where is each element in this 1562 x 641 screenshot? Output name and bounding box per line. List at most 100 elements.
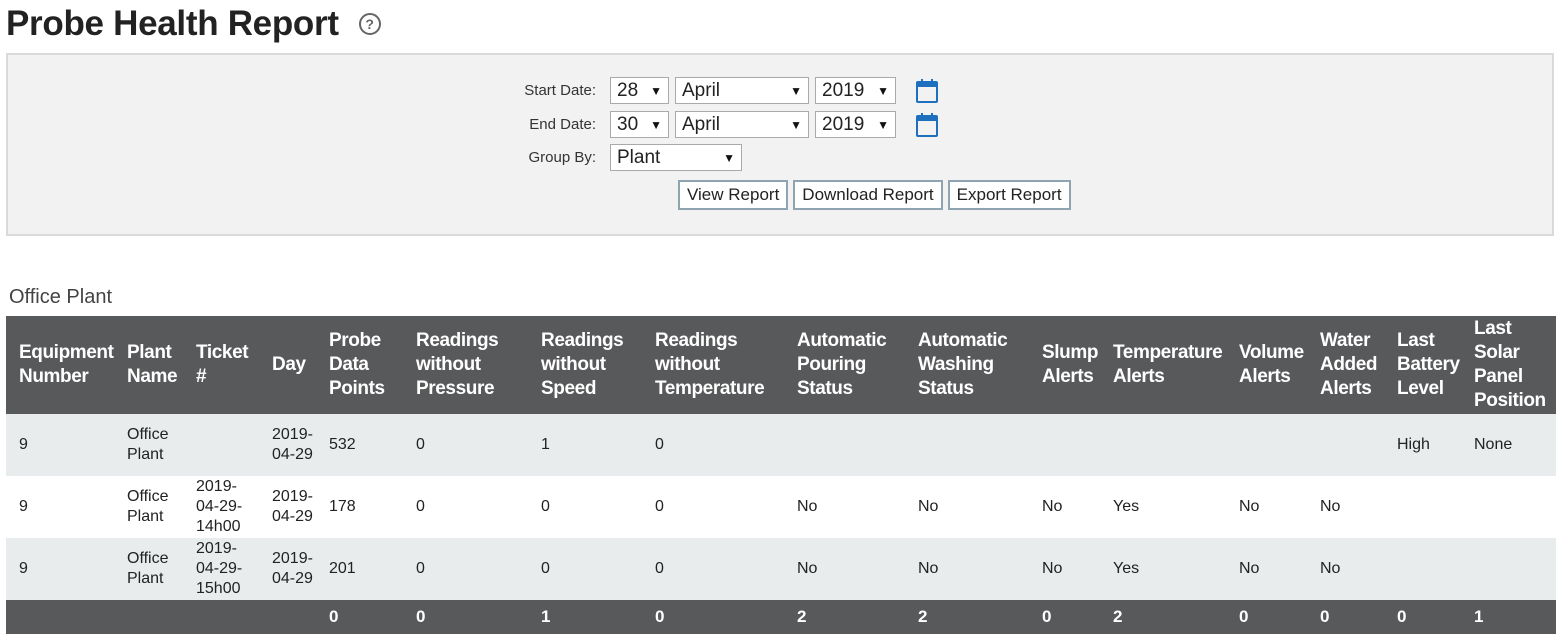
title-row: Probe Health Report ? bbox=[6, 2, 381, 46]
chevron-down-icon: ▼ bbox=[650, 83, 662, 98]
column-header[interactable]: Automatic Washing Status bbox=[905, 316, 1029, 414]
download-report-button[interactable]: Download Report bbox=[793, 180, 943, 210]
start-date-label: Start Date: bbox=[524, 82, 596, 99]
table-cell: No bbox=[1307, 538, 1384, 600]
table-cell bbox=[1384, 538, 1461, 600]
group-by-row: Group By: Plant ▼ bbox=[486, 144, 748, 171]
table-cell: No bbox=[1029, 476, 1100, 538]
table-cell: 0 bbox=[403, 538, 528, 600]
total-cell bbox=[259, 600, 316, 634]
table-cell: High bbox=[1384, 414, 1461, 476]
start-month-value: April bbox=[682, 79, 721, 101]
column-header[interactable]: Water Added Alerts bbox=[1307, 316, 1384, 414]
start-day-select[interactable]: 28 ▼ bbox=[610, 77, 669, 104]
column-header[interactable]: Readings without Pressure bbox=[403, 316, 528, 414]
table-cell: 2019-04-29-15h00 bbox=[183, 538, 259, 600]
start-year-select[interactable]: 2019 ▼ bbox=[815, 77, 896, 104]
table-cell: 9 bbox=[6, 414, 114, 476]
end-month-select[interactable]: April ▼ bbox=[675, 111, 809, 138]
total-cell: 0 bbox=[642, 600, 784, 634]
table-cell: No bbox=[1226, 538, 1307, 600]
chevron-down-icon: ▼ bbox=[877, 83, 889, 98]
table-cell: 0 bbox=[403, 476, 528, 538]
chevron-down-icon: ▼ bbox=[790, 83, 802, 98]
table-cell: 2019-04-29 bbox=[259, 538, 316, 600]
end-year-value: 2019 bbox=[822, 113, 865, 135]
end-month-value: April bbox=[682, 113, 721, 135]
total-cell: 0 bbox=[1307, 600, 1384, 634]
column-header[interactable]: Volume Alerts bbox=[1226, 316, 1307, 414]
table-cell: No bbox=[1029, 538, 1100, 600]
table-cell: Office Plant bbox=[114, 414, 183, 476]
calendar-icon[interactable] bbox=[916, 112, 938, 137]
table-cell: 532 bbox=[316, 414, 403, 476]
table-cell: 2019-04-29-14h00 bbox=[183, 476, 259, 538]
column-header[interactable]: Readings without Temperature bbox=[642, 316, 784, 414]
total-cell bbox=[114, 600, 183, 634]
table-cell: Office Plant bbox=[114, 538, 183, 600]
table-cell: 1 bbox=[528, 414, 642, 476]
table-cell: Yes bbox=[1100, 476, 1226, 538]
filter-panel: Start Date: 28 ▼ April ▼ 2019 ▼ End Date… bbox=[6, 53, 1554, 236]
table-cell bbox=[1307, 414, 1384, 476]
chevron-down-icon: ▼ bbox=[877, 117, 889, 132]
table-cell: No bbox=[784, 538, 905, 600]
end-year-select[interactable]: 2019 ▼ bbox=[815, 111, 896, 138]
table-cell: 0 bbox=[642, 414, 784, 476]
table-cell: 9 bbox=[6, 476, 114, 538]
table-cell: 0 bbox=[528, 538, 642, 600]
group-title: Office Plant bbox=[9, 286, 113, 308]
table-cell: 178 bbox=[316, 476, 403, 538]
total-cell: 1 bbox=[1461, 600, 1556, 634]
chevron-down-icon: ▼ bbox=[650, 117, 662, 132]
table-cell: No bbox=[905, 476, 1029, 538]
column-header[interactable]: Temperature Alerts bbox=[1100, 316, 1226, 414]
column-header[interactable]: Equipment Number bbox=[6, 316, 114, 414]
end-date-row: End Date: 30 ▼ April ▼ 2019 ▼ bbox=[486, 111, 938, 138]
column-header[interactable]: Plant Name bbox=[114, 316, 183, 414]
calendar-icon[interactable] bbox=[916, 78, 938, 103]
table-cell bbox=[784, 414, 905, 476]
end-date-label: End Date: bbox=[529, 116, 596, 133]
table-row: 9 Office Plant 2019-04-29 532 0 1 0 High… bbox=[6, 414, 1556, 476]
report-buttons: View Report Download Report Export Repor… bbox=[678, 180, 1076, 210]
table-cell: 0 bbox=[642, 538, 784, 600]
table-cell bbox=[1029, 414, 1100, 476]
column-header[interactable]: Probe Data Points bbox=[316, 316, 403, 414]
table-cell: 2019-04-29 bbox=[259, 476, 316, 538]
group-by-select[interactable]: Plant ▼ bbox=[610, 144, 742, 171]
total-cell bbox=[183, 600, 259, 634]
report-table: Equipment Number Plant Name Ticket # Day… bbox=[6, 316, 1556, 634]
table-cell: 0 bbox=[403, 414, 528, 476]
table-cell bbox=[1384, 476, 1461, 538]
start-day-value: 28 bbox=[617, 79, 639, 101]
total-cell: 0 bbox=[316, 600, 403, 634]
table-cell: 9 bbox=[6, 538, 114, 600]
start-year-value: 2019 bbox=[822, 79, 865, 101]
column-header[interactable]: Last Battery Level bbox=[1384, 316, 1461, 414]
start-date-row: Start Date: 28 ▼ April ▼ 2019 ▼ bbox=[486, 77, 938, 104]
table-row: 9 Office Plant 2019-04-29-15h00 2019-04-… bbox=[6, 538, 1556, 600]
start-month-select[interactable]: April ▼ bbox=[675, 77, 809, 104]
chevron-down-icon: ▼ bbox=[723, 150, 735, 165]
table-cell bbox=[1461, 538, 1556, 600]
total-cell: 0 bbox=[403, 600, 528, 634]
table-cell: No bbox=[784, 476, 905, 538]
column-header[interactable]: Ticket # bbox=[183, 316, 259, 414]
column-header[interactable]: Readings without Speed bbox=[528, 316, 642, 414]
export-report-button[interactable]: Export Report bbox=[947, 180, 1071, 210]
total-cell: 2 bbox=[1100, 600, 1226, 634]
view-report-button[interactable]: View Report bbox=[678, 180, 789, 210]
column-header[interactable]: Day bbox=[259, 316, 316, 414]
column-header[interactable]: Last Solar Panel Position bbox=[1461, 316, 1556, 414]
help-icon[interactable]: ? bbox=[358, 13, 381, 35]
totals-row: 0 0 1 0 2 2 0 2 0 0 0 1 bbox=[6, 600, 1556, 634]
column-header[interactable]: Automatic Pouring Status bbox=[784, 316, 905, 414]
page-title: Probe Health Report bbox=[6, 4, 339, 43]
total-cell: 0 bbox=[1029, 600, 1100, 634]
table-cell: 0 bbox=[642, 476, 784, 538]
column-header[interactable]: Slump Alerts bbox=[1029, 316, 1100, 414]
end-day-select[interactable]: 30 ▼ bbox=[610, 111, 669, 138]
total-cell: 2 bbox=[784, 600, 905, 634]
table-cell: 201 bbox=[316, 538, 403, 600]
